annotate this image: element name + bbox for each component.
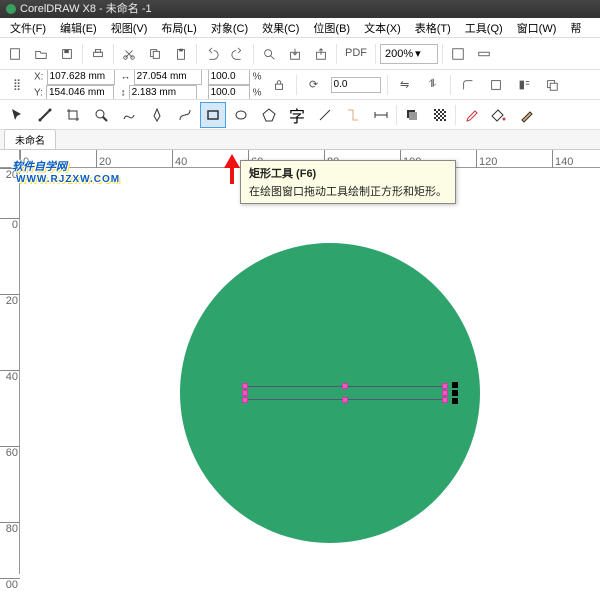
- open-button[interactable]: [30, 43, 52, 65]
- toolbox: 字: [0, 100, 600, 130]
- crop-tool[interactable]: [60, 102, 86, 128]
- line-icon[interactable]: [312, 102, 338, 128]
- corner-button[interactable]: [457, 74, 479, 96]
- pen-tool[interactable]: [144, 102, 170, 128]
- redo-button[interactable]: [227, 43, 249, 65]
- mirror-h-button[interactable]: ⇋: [394, 74, 416, 96]
- fullscreen-button[interactable]: [447, 43, 469, 65]
- shape-tool[interactable]: [32, 102, 58, 128]
- rotate-icon: ⟳: [303, 74, 325, 96]
- search-button[interactable]: [258, 43, 280, 65]
- node-handle[interactable]: [442, 383, 448, 389]
- polygon-tool[interactable]: [256, 102, 282, 128]
- pick-tool[interactable]: [4, 102, 30, 128]
- title-bar: CorelDRAW X8 - 未命名 -1: [0, 0, 600, 18]
- height-icon: ↕: [121, 87, 126, 98]
- outline-button[interactable]: [485, 74, 507, 96]
- selection-handle[interactable]: [452, 398, 458, 404]
- lock-ratio-button[interactable]: [268, 74, 290, 96]
- canvas-area: 0 20 40 60 80 100 120 140 20 0 20 40 60 …: [0, 150, 600, 574]
- standard-toolbar: PDF 200%▾: [0, 38, 600, 70]
- node-handle[interactable]: [242, 390, 248, 396]
- eyedropper-tool[interactable]: [458, 102, 484, 128]
- tooltip-body: 在绘图窗口拖动工具绘制正方形和矩形。: [249, 183, 447, 199]
- menu-table[interactable]: 表格(T): [409, 19, 457, 37]
- node-handle[interactable]: [342, 397, 348, 403]
- rectangle-tool[interactable]: [200, 102, 226, 128]
- menu-file[interactable]: 文件(F): [4, 19, 52, 37]
- menu-object[interactable]: 对象(C): [205, 19, 254, 37]
- dropshadow-tool[interactable]: [399, 102, 425, 128]
- y-label: Y:: [34, 87, 43, 98]
- menu-text[interactable]: 文本(X): [358, 19, 407, 37]
- ellipse-tool[interactable]: [228, 102, 254, 128]
- selection-handle[interactable]: [452, 390, 458, 396]
- node-handle[interactable]: [342, 383, 348, 389]
- x-label: X:: [34, 71, 43, 82]
- curve-tool[interactable]: [172, 102, 198, 128]
- document-tab-bar: 未命名: [0, 130, 600, 150]
- menu-help[interactable]: 帮: [564, 19, 587, 37]
- order-button[interactable]: [541, 74, 563, 96]
- drawing-page[interactable]: [20, 168, 600, 574]
- app-icon: [6, 4, 16, 14]
- menu-tools[interactable]: 工具(Q): [459, 19, 509, 37]
- ruler-corner[interactable]: [0, 150, 20, 168]
- outline-pen-tool[interactable]: [514, 102, 540, 128]
- scale-y-input[interactable]: [208, 85, 250, 101]
- publish-pdf-button[interactable]: PDF: [341, 43, 371, 65]
- document-tab[interactable]: 未命名: [4, 129, 56, 149]
- width-input[interactable]: [134, 70, 202, 85]
- node-handle[interactable]: [442, 390, 448, 396]
- transparency-tool[interactable]: [427, 102, 453, 128]
- dimension-tool[interactable]: [368, 102, 394, 128]
- menu-bitmap[interactable]: 位图(B): [307, 19, 356, 37]
- tooltip: 矩形工具 (F6) 在绘图窗口拖动工具绘制正方形和矩形。: [240, 160, 456, 204]
- node-handle[interactable]: [242, 383, 248, 389]
- chevron-down-icon: ▾: [415, 47, 421, 60]
- save-button[interactable]: [56, 43, 78, 65]
- freehand-tool[interactable]: [116, 102, 142, 128]
- zoom-combo[interactable]: 200%▾: [380, 44, 438, 64]
- zoom-tool[interactable]: [88, 102, 114, 128]
- node-handle[interactable]: [242, 397, 248, 403]
- rulers-button[interactable]: [473, 43, 495, 65]
- menu-window[interactable]: 窗口(W): [511, 19, 563, 37]
- connector-tool[interactable]: [340, 102, 366, 128]
- wrap-button[interactable]: [513, 74, 535, 96]
- import-button[interactable]: [284, 43, 306, 65]
- menu-bar: 文件(F) 编辑(E) 视图(V) 布局(L) 对象(C) 效果(C) 位图(B…: [0, 18, 600, 38]
- export-button[interactable]: [310, 43, 332, 65]
- text-tool[interactable]: 字: [284, 102, 310, 128]
- new-button[interactable]: [4, 43, 26, 65]
- menu-layout[interactable]: 布局(L): [155, 19, 202, 37]
- width-icon: ↔: [121, 71, 131, 82]
- menu-edit[interactable]: 编辑(E): [54, 19, 103, 37]
- mirror-v-button[interactable]: ⥮: [422, 74, 444, 96]
- vertical-ruler[interactable]: 20 0 20 40 60 80 00: [0, 168, 20, 574]
- cut-button[interactable]: [118, 43, 140, 65]
- y-input[interactable]: [46, 85, 114, 101]
- property-bar: ⣿ X: Y: ↔ ↕ % % ⟳ ⇋ ⥮: [0, 70, 600, 100]
- rotation-input[interactable]: [331, 77, 381, 93]
- window-title: CorelDRAW X8 - 未命名 -1: [20, 0, 152, 18]
- x-input[interactable]: [47, 70, 115, 85]
- scale-x-input[interactable]: [208, 70, 250, 85]
- menu-effects[interactable]: 效果(C): [256, 19, 305, 37]
- paste-button[interactable]: [170, 43, 192, 65]
- copy-button[interactable]: [144, 43, 166, 65]
- fill-tool[interactable]: [486, 102, 512, 128]
- tooltip-title: 矩形工具 (F6): [249, 165, 447, 181]
- print-button[interactable]: [87, 43, 109, 65]
- node-handle[interactable]: [442, 397, 448, 403]
- format-dots-icon[interactable]: ⣿: [6, 74, 28, 96]
- menu-view[interactable]: 视图(V): [105, 19, 154, 37]
- height-input[interactable]: [129, 85, 197, 101]
- selection-handle[interactable]: [452, 382, 458, 388]
- undo-button[interactable]: [201, 43, 223, 65]
